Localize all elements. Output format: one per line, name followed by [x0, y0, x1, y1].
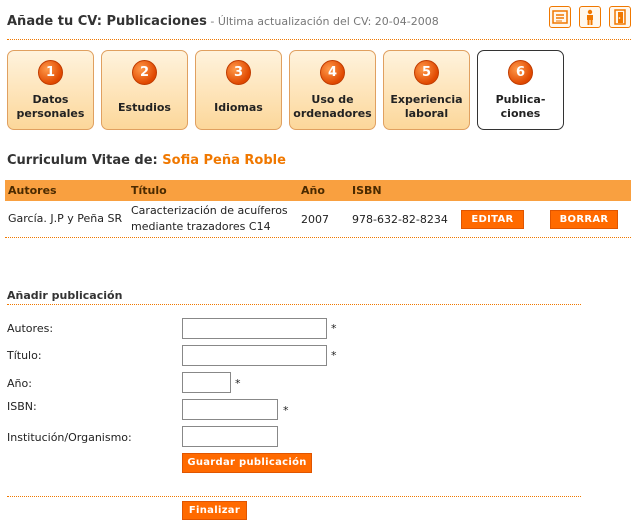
- header-divider: [7, 39, 631, 40]
- publications-table: Autores Título Año ISBN García. J.P y Pe…: [5, 180, 631, 238]
- column-header-title: Título: [131, 183, 167, 197]
- step-number-badge: 5: [414, 60, 439, 85]
- step-label: Datos personales: [16, 93, 85, 120]
- authors-input[interactable]: [182, 318, 327, 339]
- person-icon[interactable]: [579, 6, 601, 28]
- step-number-badge: 1: [38, 60, 63, 85]
- cell-title: Caracterización de acuíferos mediante tr…: [131, 204, 288, 233]
- year-label: Año:: [7, 377, 32, 390]
- exit-door-icon[interactable]: [609, 6, 631, 28]
- required-marker: *: [331, 349, 337, 362]
- required-marker: *: [331, 322, 337, 335]
- form-divider: [7, 304, 581, 305]
- page-title: Añade tu CV: Publicaciones: [7, 14, 207, 29]
- step-number-badge: 4: [320, 60, 345, 85]
- cv-owner-heading: Curriculum Vitae de: Sofia Peña Roble: [7, 153, 286, 168]
- save-publication-button[interactable]: Guardar publicación: [182, 453, 312, 473]
- document-icon[interactable]: [549, 6, 571, 28]
- form-bottom-divider: [7, 496, 581, 497]
- step-label: Publica-ciones: [495, 93, 546, 120]
- required-marker: *: [283, 404, 289, 417]
- table-row: García. J.P y Peña SR Caracterización de…: [5, 201, 631, 238]
- page-header: Añade tu CV: Publicaciones - Última actu…: [7, 6, 631, 40]
- institution-input[interactable]: [182, 426, 278, 447]
- title-label: Título:: [7, 349, 42, 362]
- column-header-authors: Autores: [8, 183, 57, 197]
- last-update-text: - Última actualización del CV: 20-04-200…: [206, 15, 439, 28]
- step-estudios[interactable]: 2 Estudios: [101, 50, 188, 130]
- header-icons: [549, 6, 631, 28]
- add-publication-heading: Añadir publicación: [7, 289, 123, 302]
- table-header: Autores Título Año ISBN: [5, 180, 631, 201]
- step-publicaciones[interactable]: 6 Publica-ciones: [477, 50, 564, 130]
- step-number-badge: 3: [226, 60, 251, 85]
- step-navigation: 1 Datos personales 2 Estudios 3 Idiomas 4…: [7, 50, 564, 130]
- isbn-label: ISBN:: [7, 400, 37, 413]
- step-label: Uso de ordenadores: [293, 93, 372, 120]
- column-header-year: Año: [301, 184, 325, 197]
- authors-label: Autores:: [7, 322, 54, 335]
- edit-button[interactable]: EDITAR: [461, 209, 524, 229]
- title-input[interactable]: [182, 345, 327, 366]
- institution-label: Institución/Organismo:: [7, 431, 132, 444]
- cv-owner-prefix: Curriculum Vitae de:: [7, 153, 163, 168]
- step-label: Estudios: [118, 101, 171, 114]
- cell-authors: García. J.P y Peña SR: [8, 212, 123, 225]
- step-label: Idiomas: [214, 101, 263, 114]
- step-experiencia-laboral[interactable]: 5 Experiencia laboral: [383, 50, 470, 130]
- step-idiomas[interactable]: 3 Idiomas: [195, 50, 282, 130]
- step-uso-de-ordenadores[interactable]: 4 Uso de ordenadores: [289, 50, 376, 130]
- step-number-badge: 2: [132, 60, 157, 85]
- isbn-input[interactable]: [182, 399, 278, 420]
- cell-isbn: 978-632-82-8234: [352, 212, 448, 226]
- column-header-isbn: ISBN: [352, 184, 382, 197]
- year-input[interactable]: [182, 372, 231, 393]
- required-marker: *: [235, 377, 241, 390]
- finish-button[interactable]: Finalizar: [182, 501, 247, 520]
- step-datos-personales[interactable]: 1 Datos personales: [7, 50, 94, 130]
- cv-owner-name: Sofia Peña Roble: [162, 153, 286, 168]
- delete-button[interactable]: BORRAR: [550, 209, 618, 229]
- step-number-badge: 6: [508, 60, 533, 85]
- cell-year: 2007: [301, 212, 329, 226]
- step-label: Experiencia laboral: [390, 93, 463, 120]
